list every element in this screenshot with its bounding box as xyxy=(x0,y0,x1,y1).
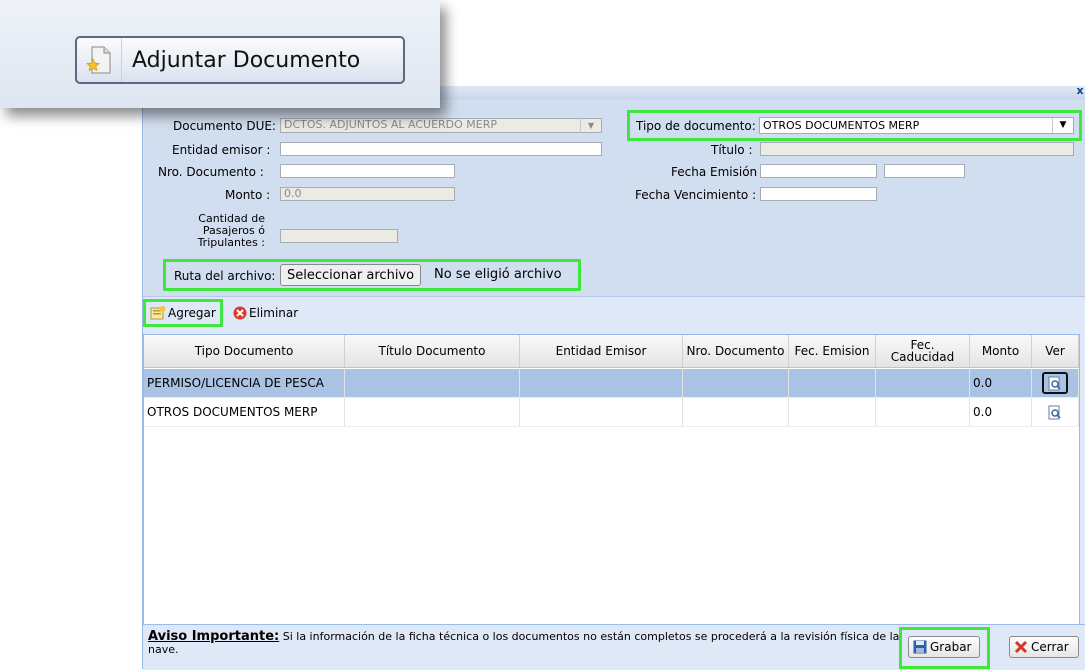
close-icon xyxy=(1014,640,1028,654)
cell-titulo xyxy=(345,369,520,397)
aviso-text: Aviso Importante: Si la información de l… xyxy=(148,630,900,656)
aviso-title: Aviso Importante: xyxy=(148,629,280,644)
col-titulo-documento[interactable]: Título Documento xyxy=(345,335,520,367)
adjuntar-documento-button[interactable]: Adjuntar Documento xyxy=(75,36,405,84)
cell-titulo xyxy=(345,398,520,426)
documento-due-label: Documento DUE: xyxy=(173,119,276,133)
zoom-callout: Adjuntar Documento xyxy=(0,0,440,108)
cell-nro xyxy=(683,369,789,397)
monto-label: Monto : xyxy=(225,188,271,202)
fecha-vencimiento-input[interactable] xyxy=(760,187,877,201)
close-icon[interactable]: x xyxy=(1074,84,1085,98)
titulo-label: Título : xyxy=(711,143,753,157)
new-document-icon xyxy=(86,46,111,74)
col-fec-emision[interactable]: Fec. Emision xyxy=(789,335,876,367)
fecha-emision-input-2[interactable] xyxy=(884,164,965,178)
view-document-icon xyxy=(1048,376,1061,390)
table-row[interactable]: OTROS DOCUMENTOS MERP 0.0 xyxy=(144,398,1079,427)
cell-monto: 0.0 xyxy=(970,398,1032,426)
fecha-emision-label: Fecha Emisión : xyxy=(671,165,765,179)
col-tipo-documento[interactable]: Tipo Documento xyxy=(144,335,345,367)
col-fec-caducidad-line-2: Caducidad xyxy=(890,350,955,364)
adjuntar-documento-label: Adjuntar Documento xyxy=(132,47,361,73)
eliminar-label: Eliminar xyxy=(249,306,299,320)
view-document-icon[interactable] xyxy=(1048,405,1062,420)
cell-emision xyxy=(789,398,876,426)
cerrar-button[interactable]: Cerrar xyxy=(1009,636,1079,658)
fecha-emision-input[interactable] xyxy=(760,164,877,178)
col-monto[interactable]: Monto xyxy=(970,335,1032,367)
titulo-input[interactable] xyxy=(760,142,1074,156)
file-row-highlight xyxy=(163,259,581,291)
cell-ver xyxy=(1032,369,1079,397)
fecha-vencimiento-label: Fecha Vencimiento : xyxy=(635,188,757,202)
cell-monto: 0.0 xyxy=(970,369,1032,397)
view-document-button[interactable] xyxy=(1042,372,1068,394)
grid-header: Tipo Documento Título Documento Entidad … xyxy=(144,335,1079,368)
entidad-emisor-input[interactable] xyxy=(280,142,602,156)
cell-caducidad xyxy=(876,369,970,397)
cell-tipo: OTROS DOCUMENTOS MERP xyxy=(144,398,345,426)
cantidad-label-line-3: Tripulantes : xyxy=(197,236,265,249)
cell-caducidad xyxy=(876,398,970,426)
attach-icon-box xyxy=(77,38,122,82)
cerrar-label: Cerrar xyxy=(1031,640,1069,654)
delete-icon xyxy=(233,306,247,320)
dialog-footer: Aviso Importante: Si la información de l… xyxy=(143,624,1085,670)
cantidad-input[interactable] xyxy=(280,229,398,243)
cell-entidad xyxy=(520,398,683,426)
tipo-documento-highlight xyxy=(627,110,1082,141)
document-form: Documento DUE: DCTOS. ADJUNTOS AL ACUERD… xyxy=(143,100,1085,296)
grabar-highlight xyxy=(899,627,990,669)
documento-due-select[interactable]: DCTOS. ADJUNTOS AL ACUERDO MERP ▼ xyxy=(280,118,602,133)
cell-ver xyxy=(1032,398,1079,426)
col-entidad-emisor[interactable]: Entidad Emisor xyxy=(520,335,683,367)
cell-nro xyxy=(683,398,789,426)
documento-due-value: DCTOS. ADJUNTOS AL ACUERDO MERP xyxy=(284,118,498,131)
chevron-down-icon[interactable]: ▼ xyxy=(580,118,601,133)
eliminar-button[interactable]: Eliminar xyxy=(233,305,298,321)
cell-entidad xyxy=(520,369,683,397)
monto-input[interactable]: 0.0 xyxy=(280,187,455,201)
documents-grid: Tipo Documento Título Documento Entidad … xyxy=(143,334,1080,626)
cell-tipo: PERMISO/LICENCIA DE PESCA xyxy=(144,369,345,397)
table-row[interactable]: PERMISO/LICENCIA DE PESCA 0.0 xyxy=(144,369,1079,398)
agregar-highlight xyxy=(143,299,223,327)
nro-documento-label: Nro. Documento : xyxy=(158,165,264,179)
grid-toolbar: Agregar Eliminar xyxy=(143,296,1085,327)
col-fec-caducidad[interactable]: Fec. Caducidad xyxy=(876,335,970,367)
cantidad-label: Cantidad de Pasajeros ó Tripulantes : xyxy=(183,213,265,249)
cell-emision xyxy=(789,369,876,397)
attach-document-dialog: x Documento DUE: DCTOS. ADJUNTOS AL ACUE… xyxy=(142,84,1085,670)
entidad-emisor-label: Entidad emisor : xyxy=(172,143,271,157)
col-nro-documento[interactable]: Nro. Documento xyxy=(683,335,789,367)
col-ver[interactable]: Ver xyxy=(1032,335,1079,367)
nro-documento-input[interactable] xyxy=(280,164,455,178)
